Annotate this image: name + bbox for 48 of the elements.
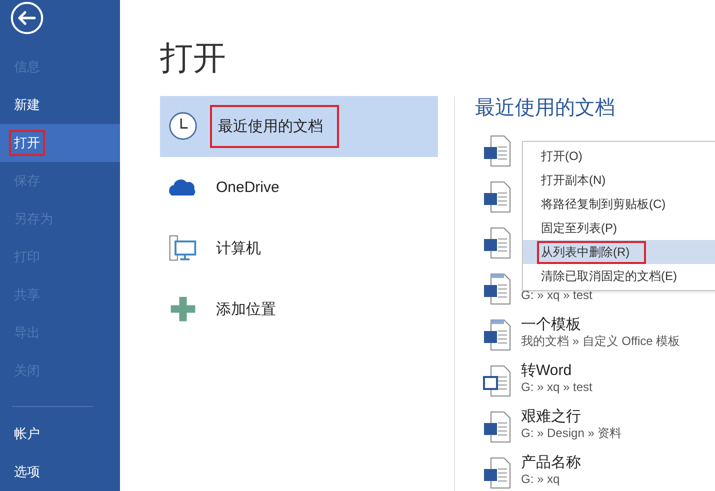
document-icon	[483, 410, 511, 443]
place-item[interactable]: 添加位置	[160, 278, 438, 340]
document-icon	[483, 134, 511, 167]
menu-item[interactable]: 打开(O)	[523, 144, 715, 168]
document-icon	[483, 272, 511, 305]
document-path: 我的文档 » 自定义 Office 模板	[521, 334, 680, 349]
place-item[interactable]: OneDrive	[160, 156, 438, 218]
sidebar-item-label: 打开	[9, 130, 45, 156]
menu-item-label: 从列表中删除(R)	[537, 240, 646, 264]
sidebar-item[interactable]: 新建	[0, 86, 120, 124]
menu-item-label: 固定至列表(P)	[540, 220, 618, 236]
document-icon	[483, 226, 511, 259]
menu-item-label: 清除已取消固定的文档(E)	[540, 268, 678, 284]
sidebar-item[interactable]: 帐户	[0, 415, 120, 453]
place-label: OneDrive	[215, 178, 280, 198]
document-name[interactable]: 产品名称	[521, 454, 581, 472]
document-path: G: » Design » 资料	[521, 426, 622, 441]
section-heading: 最近使用的文档	[475, 96, 616, 120]
document-icon	[483, 318, 511, 351]
document-path: G: » xq » test	[521, 288, 592, 303]
place-item[interactable]: 计算机	[160, 218, 438, 279]
place-label: 最近使用的文档	[210, 104, 339, 148]
document-path: G: » xq » test	[521, 380, 592, 395]
sidebar-item-label: 新建	[13, 96, 41, 114]
document-name[interactable]: 一个模板	[521, 316, 680, 334]
document-path: G: » xq	[521, 472, 561, 487]
page-title: 打开	[160, 38, 227, 78]
sidebar-item[interactable]: 选项	[0, 453, 120, 491]
document-icon	[483, 180, 511, 213]
menu-item[interactable]: 将路径复制到剪贴板(C)	[523, 192, 715, 216]
menu-item[interactable]: 从列表中删除(R)	[523, 240, 715, 264]
menu-item-label: 打开副本(N)	[540, 172, 607, 188]
document-icon	[483, 364, 511, 397]
place-label: 计算机	[215, 238, 262, 259]
place-item[interactable]: 最近使用的文档	[160, 96, 438, 157]
sidebar-item[interactable]: 打开	[0, 124, 120, 162]
menu-item[interactable]: 清除已取消固定的文档(E)	[523, 264, 715, 288]
clock-icon	[168, 111, 198, 142]
menu-item[interactable]: 打开副本(N)	[523, 168, 715, 192]
document-name[interactable]: 转Word	[521, 362, 592, 380]
menu-item[interactable]: 固定至列表(P)	[523, 216, 715, 240]
sidebar-item-label: 选项	[13, 463, 41, 481]
computer-icon	[168, 233, 198, 264]
document-name[interactable]: 艰难之行	[521, 408, 622, 426]
sidebar-item-label: 帐户	[13, 425, 41, 443]
place-label: 添加位置	[215, 300, 277, 320]
menu-item-label: 将路径复制到剪贴板(C)	[540, 196, 667, 212]
menu-item-label: 打开(O)	[540, 148, 584, 164]
